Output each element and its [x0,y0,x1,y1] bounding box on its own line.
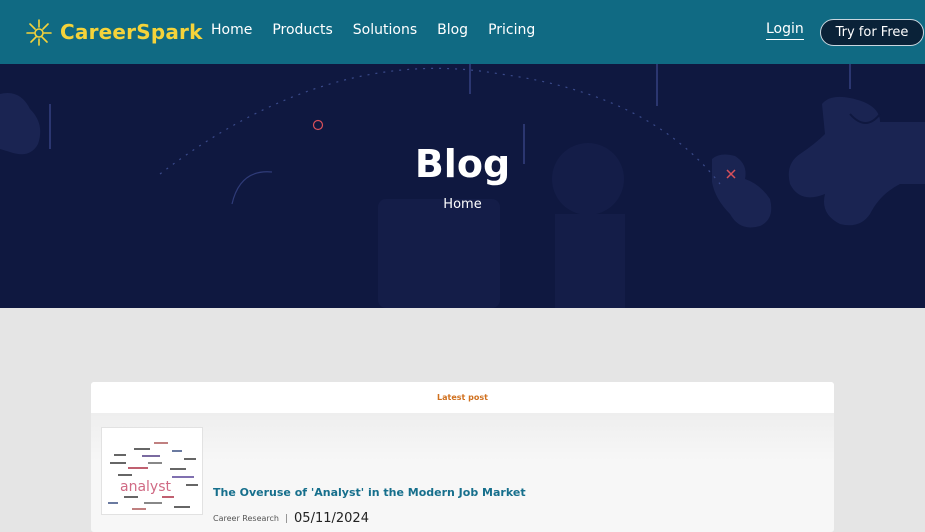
nav-pricing[interactable]: Pricing [488,22,535,38]
nav-products[interactable]: Products [272,22,332,38]
breadcrumb-home[interactable]: Home [0,197,925,212]
main-nav: Home Products Solutions Blog Pricing [211,22,535,38]
brand-logo[interactable]: CareerSpark [24,17,203,47]
latest-post-body: analyst The Overuse of 'Analyst' in the … [91,413,834,532]
hero-decoration [0,64,925,308]
latest-post-label: Latest post [437,393,488,402]
brand-name: CareerSpark [60,20,203,44]
page-title: Blog [414,142,511,186]
latest-post-card: Latest post analyst The Overuse of 'Anal… [91,382,834,532]
latest-post-header: Latest post [91,382,834,413]
login-link[interactable]: Login [766,21,804,40]
post-thumbnail[interactable]: analyst [101,427,203,515]
meta-separator: | [284,513,289,524]
word-cloud-icon: analyst [108,442,198,510]
blog-hero: Blog Home [0,64,925,308]
spark-logo-icon [26,19,52,46]
try-for-free-button[interactable]: Try for Free [820,19,924,46]
nav-solutions[interactable]: Solutions [353,22,417,38]
site-header: CareerSpark Home Products Solutions Blog… [0,0,925,64]
post-meta: Career Research | 05/11/2024 [213,511,369,526]
svg-text:analyst: analyst [120,479,172,495]
nav-home[interactable]: Home [211,22,252,38]
post-title-link[interactable]: The Overuse of 'Analyst' in the Modern J… [213,486,526,499]
post-date: 05/11/2024 [294,511,369,526]
post-category[interactable]: Career Research [213,514,279,523]
nav-blog[interactable]: Blog [437,22,468,38]
